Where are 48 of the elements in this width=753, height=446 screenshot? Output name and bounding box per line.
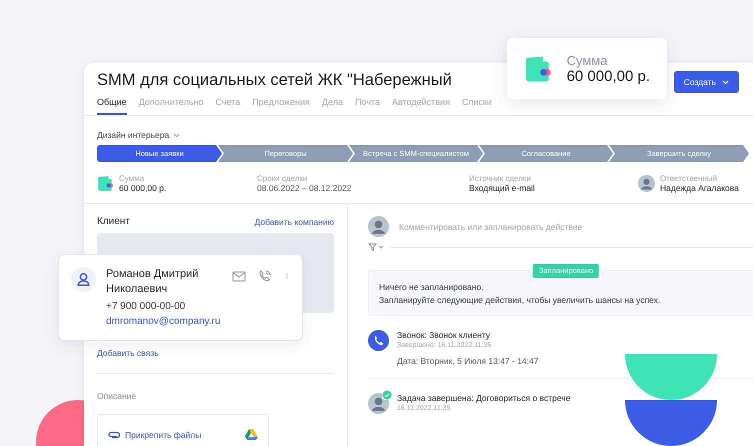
add-link-link[interactable]: Добавить связь [97,348,159,358]
planned-message: Ничего не запланировано. [379,281,485,294]
phone-icon[interactable] [258,269,272,283]
check-icon [382,390,392,400]
contact-email[interactable]: dmromanov@company.ru [106,314,222,328]
client-heading: Клиент [97,216,130,227]
caret-icon [722,80,729,84]
tab[interactable]: Автодействия [392,95,450,115]
amount-card-label: Сумма [566,52,608,68]
owner-label: Ответственный [660,174,718,183]
person-icon [71,267,96,292]
drive-icon[interactable] [244,429,258,441]
add-company-link[interactable]: Добавить компанию [254,216,334,226]
description-label: Описание [97,391,138,401]
tab[interactable]: Дела [322,95,343,115]
tab[interactable]: Счета [215,95,240,115]
amount-card-value: 60 000,00 р. [566,68,650,84]
dates-value: 08.06.2022 – 08.12.2022 [257,183,353,193]
source-value: Входящий e-mail [469,183,536,193]
tab[interactable]: Почта [354,95,380,115]
tab[interactable]: Общие [97,95,127,115]
contact-phone: +7 900 000-00-00 [106,300,186,312]
planned-message: Запланируйте следующие действия, чтобы увеличить шансы на успех. [379,294,662,308]
tab[interactable]: Предложения [252,95,310,115]
filter-icon[interactable] [368,243,384,251]
deal-title: SMM для социальных сетей ЖК "Набережный [97,71,452,90]
wallet-icon [97,175,114,192]
create-button[interactable]: Создать [674,71,739,93]
amount-label: Сумма [119,174,146,183]
phone-icon [368,330,389,352]
pipeline-selector[interactable]: Дизайн интерьера [97,130,170,140]
event-detail: Дата: Вторник, 5 Июля 13:47 - 14:47 [397,356,538,366]
dates-label: Сроки сделки [257,174,308,183]
comment-field[interactable]: Комментировать или запланировать действие [397,220,701,234]
owner-name: Надежда Агалакова [660,183,739,193]
tab[interactable]: Списки [462,95,492,115]
avatar-icon [368,216,389,237]
amount-value: 60 000,00 р. [119,183,166,193]
avatar-icon [638,175,655,192]
event-title: Звонок: Звонок клиенту [397,330,492,340]
event-title: Задача завершена: Договориться о встрече [397,393,570,404]
chevron-icon [173,132,180,138]
contact-name: Романов Дмитрий Николаевич [106,267,200,298]
mail-icon[interactable] [232,269,246,283]
tab[interactable]: Дополнительно [138,95,204,115]
attach-files-link[interactable]: Прикрепить файлы [125,430,202,440]
source-label: Источник сделки [469,174,532,183]
paperclip-icon [108,431,120,439]
